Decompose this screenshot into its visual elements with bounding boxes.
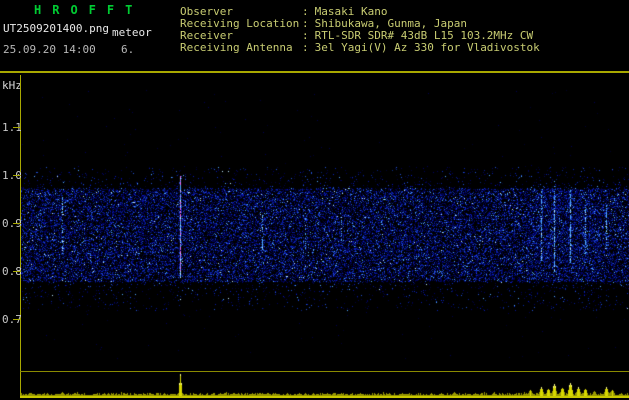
y-tick-mark xyxy=(13,271,21,272)
app-title: HROFFT xyxy=(34,3,144,17)
echo-counter: 6. xyxy=(121,43,135,56)
info-row-antenna: Receiving Antenna:3el Yagi(V) Az 330 for… xyxy=(180,42,540,53)
info-colon: : xyxy=(302,17,309,30)
y-axis-unit-label: kHz xyxy=(2,79,22,92)
header-separator-line xyxy=(0,71,629,73)
info-row-observer: Observer: Masaki Kano xyxy=(180,6,387,17)
info-row-receiver: Receiver: RTL-SDR SDR# 43dB L15 103.2MHz … xyxy=(180,30,533,41)
info-row-location: Receiving Location: Shibukawa, Gunma, Jap… xyxy=(180,18,467,29)
y-tick-mark xyxy=(13,127,21,128)
hrofft-screen: HROFFT UT2509201400.png meteor 25.09.20 … xyxy=(0,0,629,400)
signal-level-strip-canvas xyxy=(21,372,629,396)
mode-label: meteor xyxy=(112,26,152,39)
info-label-receiver: Receiver xyxy=(180,29,233,42)
output-filename: UT2509201400.png xyxy=(3,22,109,35)
info-label-observer: Observer xyxy=(180,5,233,18)
spectrogram-canvas xyxy=(21,75,629,371)
y-tick-mark xyxy=(13,223,21,224)
info-colon: : xyxy=(302,5,309,18)
info-value-receiver: RTL-SDR SDR# 43dB L15 103.2MHz CW xyxy=(314,29,534,42)
info-value-antenna: 3el Yagi(V) Az 330 for Vladivostok xyxy=(314,41,540,54)
info-colon: : xyxy=(302,41,309,54)
info-colon: : xyxy=(302,29,309,42)
info-label-location: Receiving Location xyxy=(180,17,300,30)
y-tick-mark xyxy=(13,319,21,320)
y-tick-mark xyxy=(13,175,21,176)
info-value-location: Shibukawa, Gunma, Japan xyxy=(314,17,467,30)
signal-strip-bottom-line xyxy=(20,396,629,398)
info-label-antenna: Receiving Antenna xyxy=(180,41,293,54)
datetime-label: 25.09.20 14:00 xyxy=(3,43,96,56)
info-value-observer: Masaki Kano xyxy=(314,5,388,18)
